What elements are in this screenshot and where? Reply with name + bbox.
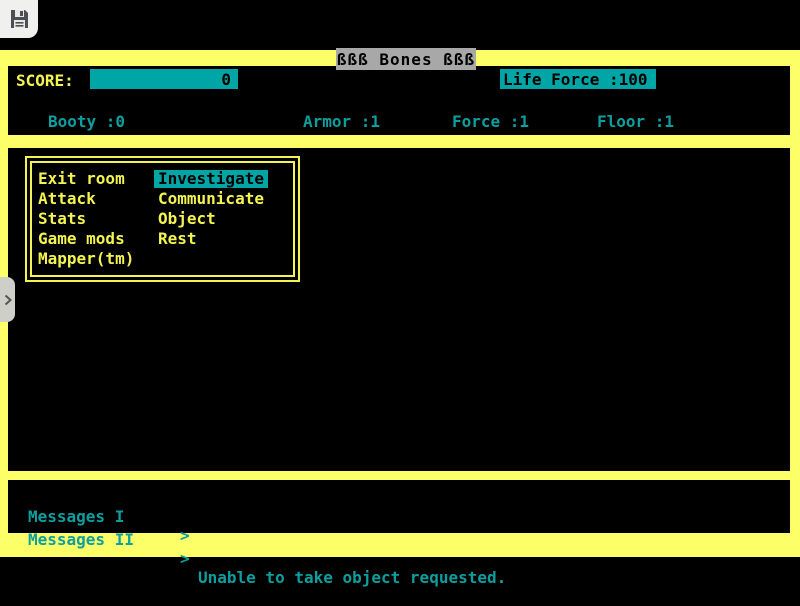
score-bar: 0 bbox=[90, 69, 238, 89]
command-menu-inner: Exit room Attack Stats Game mods Mapper(… bbox=[30, 161, 295, 277]
score-label: SCORE: bbox=[16, 71, 74, 90]
stat-booty: Booty :0 bbox=[48, 112, 125, 131]
play-area: Exit room Attack Stats Game mods Mapper(… bbox=[8, 148, 790, 471]
game-title: ßßß Bones ßßß bbox=[336, 48, 476, 70]
menu-item-game-mods[interactable]: Game mods bbox=[38, 230, 125, 248]
menu-item-attack[interactable]: Attack bbox=[38, 190, 96, 208]
life-force-badge: Life Force :100 bbox=[500, 69, 656, 89]
floppy-disk-icon bbox=[8, 8, 30, 30]
messages-ii-text: Unable to take object requested. bbox=[198, 568, 506, 587]
messages-ii-prompt: > bbox=[180, 549, 190, 568]
menu-item-communicate[interactable]: Communicate bbox=[158, 190, 264, 208]
messages-ii-label: Messages II bbox=[28, 530, 134, 549]
menu-item-investigate[interactable]: Investigate bbox=[154, 170, 268, 188]
save-button[interactable] bbox=[0, 0, 38, 38]
side-panel-tab[interactable] bbox=[0, 277, 15, 322]
score-value: 0 bbox=[221, 70, 231, 89]
stat-armor: Armor :1 bbox=[303, 112, 380, 131]
menu-item-mapper[interactable]: Mapper(tm) bbox=[38, 250, 134, 268]
game-frame: SCORE: 0 Life Force :100 Booty :0 Armor … bbox=[0, 50, 800, 557]
messages-i-prompt: > bbox=[180, 526, 190, 545]
menu-item-object[interactable]: Object bbox=[158, 210, 216, 228]
chevron-right-icon bbox=[4, 294, 12, 306]
screen-root: { "window": { "title": "ßßß Bones ßßß" }… bbox=[0, 0, 800, 600]
messages-row-2: Messages II > Unable to take object requ… bbox=[8, 511, 66, 606]
menu-item-rest[interactable]: Rest bbox=[158, 230, 197, 248]
menu-item-stats[interactable]: Stats bbox=[38, 210, 86, 228]
stat-force: Force :1 bbox=[452, 112, 529, 131]
menu-item-exit-room[interactable]: Exit room bbox=[38, 170, 125, 188]
stat-floor: Floor :1 bbox=[597, 112, 674, 131]
command-menu: Exit room Attack Stats Game mods Mapper(… bbox=[25, 156, 300, 282]
status-panel: SCORE: 0 Life Force :100 Booty :0 Armor … bbox=[8, 66, 790, 135]
messages-panel: Messages I > Messages II > Unable to tak… bbox=[8, 480, 790, 533]
